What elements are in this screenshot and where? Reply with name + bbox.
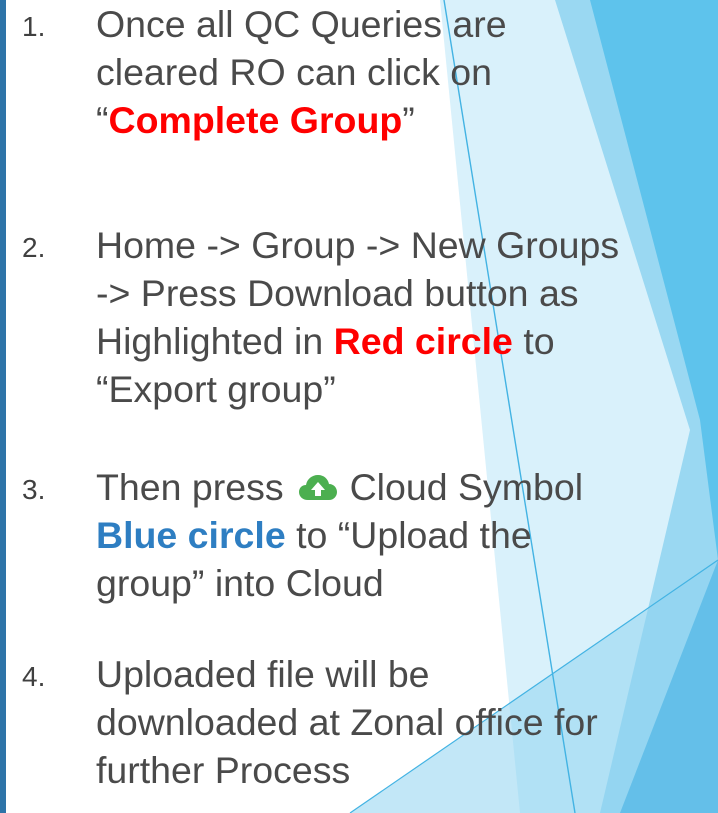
slide: 1. Once all QC Queries are cleared RO ca… <box>0 0 718 813</box>
step-text-line: -> Press Download button as <box>96 272 579 314</box>
step-number: 3. <box>22 474 46 505</box>
step-3: 3. Then press Cloud Symbol Blue circle to… <box>22 463 718 607</box>
step-text-line: Then press Cloud Symbol <box>96 463 718 511</box>
step-text-line: Blue circle to “Upload the <box>96 511 718 559</box>
step-text-line: Once all QC Queries are <box>96 3 507 45</box>
blue-circle-highlight: Blue circle <box>96 514 286 556</box>
red-circle-highlight: Red circle <box>333 320 513 362</box>
step-text: Highlighted in <box>96 320 334 362</box>
step-text: Then press <box>96 466 284 508</box>
step-number: 4. <box>22 661 46 692</box>
step-text: to “Upload the <box>285 514 532 556</box>
complete-group-highlight: Complete Group <box>108 99 403 141</box>
step-text-line: Highlighted in Red circle to <box>96 317 718 365</box>
step-2: 2. Home -> Group -> New Groups -> Press … <box>22 221 718 413</box>
step-text-line: “Export group” <box>96 368 336 410</box>
step-text-line: cleared RO can click on <box>96 51 493 93</box>
step-text: Cloud Symbol <box>349 466 584 508</box>
cloud-upload-icon <box>298 475 337 500</box>
step-number: 2. <box>22 232 46 263</box>
step-number: 1. <box>22 11 46 42</box>
step-text-line: group” into Cloud <box>96 562 384 604</box>
step-text-line: downloaded at Zonal office for <box>96 701 598 743</box>
open-quote: “ <box>96 99 109 141</box>
step-text-line: Home -> Group -> New Groups <box>96 224 620 266</box>
step-text-line: “Complete Group” <box>96 96 718 144</box>
step-1: 1. Once all QC Queries are cleared RO ca… <box>22 0 718 144</box>
step-text-line: further Process <box>96 749 351 791</box>
step-text-line: Uploaded file will be <box>96 653 430 695</box>
close-quote: ” <box>402 99 415 141</box>
step-text: to <box>512 320 555 362</box>
step-4: 4. Uploaded file will be downloaded at Z… <box>22 650 718 794</box>
left-border <box>0 0 6 813</box>
